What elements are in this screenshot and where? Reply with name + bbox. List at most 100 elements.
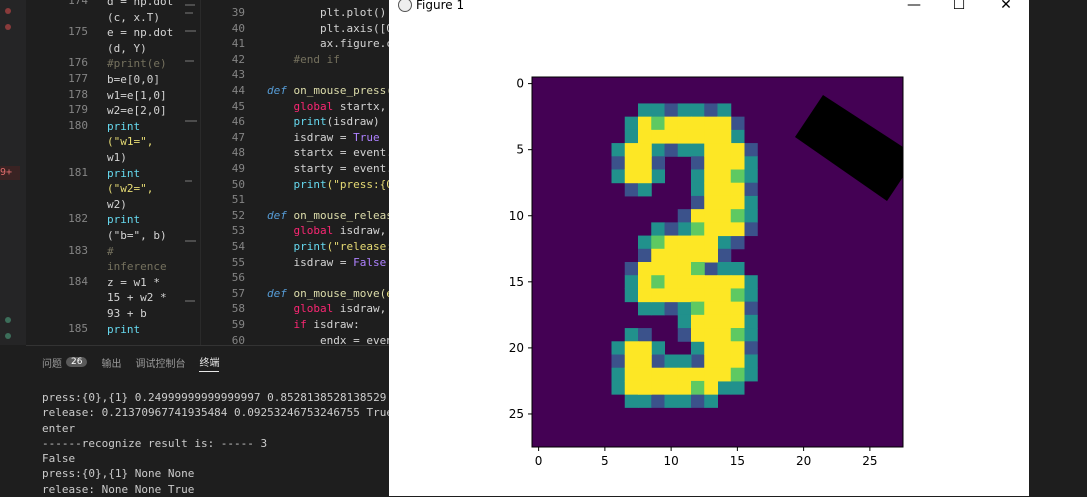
pixel-edge: [717, 380, 732, 395]
panel-tab[interactable]: 调试控制台: [135, 352, 185, 372]
code-token: True: [353, 130, 380, 144]
code-line[interactable]: ("w1=",: [107, 134, 153, 150]
code-line[interactable]: w2): [107, 197, 127, 213]
plot-svg[interactable]: 0 5 10 15 20 25 0 5 10 15 20 25: [389, 0, 1029, 496]
pixel-stroke: [704, 288, 718, 303]
terminal-line: enter: [42, 421, 76, 435]
code-token: global: [267, 99, 340, 113]
pixel-stroke: [730, 354, 745, 369]
pixel-stroke: [730, 209, 745, 223]
code-line[interactable]: def on_mouse_move(e: [267, 287, 391, 300]
code-token: ("w2=",: [107, 182, 154, 196]
code-line[interactable]: (d, Y): [107, 41, 147, 57]
code-line[interactable]: startx = event.: [267, 146, 391, 159]
panel-tab[interactable]: 问题 26: [42, 352, 88, 372]
pixel-stroke: [704, 116, 718, 131]
plot-area: [532, 77, 903, 447]
code-line[interactable]: #end if: [267, 53, 339, 66]
minimap[interactable]: [183, 0, 199, 345]
code-line[interactable]: w1): [107, 150, 127, 166]
pixel-edge: [744, 275, 758, 289]
code-token: plt.axis([0: [267, 21, 391, 35]
pixel-edge: [744, 169, 758, 184]
code-line[interactable]: 15 + w2 *: [107, 290, 167, 306]
terminal-line: release: None None True: [42, 482, 195, 496]
pixel-stroke: [651, 235, 665, 250]
code-line[interactable]: b=e[0,0]: [107, 72, 160, 88]
pixel-edge: [611, 156, 626, 170]
code-line[interactable]: 93 + b: [107, 306, 147, 322]
code-token: b=e[0,0]: [107, 73, 160, 86]
code-editor-right[interactable]: 39 plt.plot() 40 plt.axis([0 41 ax.figure.…: [200, 0, 391, 345]
line-number: 50: [231, 177, 245, 191]
code-token: print: [107, 322, 141, 336]
code-line[interactable]: inference: [107, 259, 167, 275]
x-tick-label: 25: [862, 454, 877, 468]
panel-tab[interactable]: 输出: [101, 352, 121, 372]
terminal-line: release: 0.21370967741935484 0.092532467…: [42, 406, 393, 420]
pixel-stroke: [691, 209, 705, 223]
code-line[interactable]: ("b=", b): [107, 228, 167, 244]
pixel-stroke: [717, 129, 732, 144]
line-number: 39: [231, 6, 245, 19]
pixel-stroke: [664, 116, 679, 131]
code-line[interactable]: w2=e[2,0]: [107, 103, 167, 119]
code-line[interactable]: #: [107, 244, 114, 260]
code-line[interactable]: print: [107, 322, 140, 338]
code-token: w1=e[1,0]: [107, 88, 167, 102]
code-line[interactable]: print(isdraw): [267, 115, 379, 128]
pixel-stroke: [691, 275, 705, 289]
code-line[interactable]: endx = even: [267, 334, 391, 345]
code-line[interactable]: ("w2=",: [107, 181, 153, 197]
line-number: 175: [68, 25, 88, 39]
pixel-stroke: [677, 262, 692, 276]
code-line[interactable]: ax.figure.c: [267, 37, 391, 50]
code-editor-left[interactable]: 174 d = np.dot (c, x.T) 175 e = np.dot (d, Y)…: [26, 0, 183, 345]
pixel-edge: [664, 301, 679, 316]
code-token: def: [267, 286, 294, 300]
code-line[interactable]: global isdraw,: [267, 224, 386, 237]
panel-tab[interactable]: 终端: [199, 352, 220, 372]
code-line[interactable]: e = np.dot: [107, 25, 173, 41]
pixel-stroke: [664, 129, 679, 144]
code-line[interactable]: plt.axis([0: [267, 22, 391, 35]
code-line[interactable]: plt.plot(): [267, 6, 386, 19]
code-line[interactable]: print: [107, 119, 140, 135]
pixel-edge: [744, 314, 758, 329]
pixel-stroke: [691, 367, 705, 382]
code-line[interactable]: global isdraw,: [267, 302, 386, 315]
code-line[interactable]: isdraw = True: [267, 130, 380, 144]
pixel-edge: [651, 169, 665, 184]
code-line[interactable]: global startx,: [267, 100, 386, 113]
line-number: 54: [231, 240, 245, 253]
code-line[interactable]: d = np.dot: [107, 0, 173, 10]
pixel-edge: [691, 103, 705, 118]
activity-gutter: 9+: [0, 0, 26, 345]
code-line[interactable]: isdraw = False: [267, 256, 386, 269]
code-line[interactable]: def on_mouse_press(: [267, 84, 391, 97]
pixel-stroke: [638, 143, 652, 157]
code-line[interactable]: print: [107, 166, 140, 182]
code-line[interactable]: if isdraw:: [267, 318, 359, 331]
line-number: 176: [68, 56, 88, 70]
panel-tab-label: 调试控制台: [135, 358, 186, 370]
pixel-edge: [677, 314, 692, 329]
pixel-stroke: [730, 301, 745, 316]
pixel-stroke: [717, 143, 732, 157]
code-line[interactable]: w1=e[1,0]: [107, 88, 167, 104]
code-token: ax.figure.c: [267, 37, 391, 51]
terminal-output[interactable]: press:{0},{1} 0.24999999999999997 0.8528…: [42, 390, 393, 497]
pixel-edge: [651, 341, 665, 355]
code-line[interactable]: z = w1 *: [107, 275, 160, 291]
code-line[interactable]: print("press:{0: [267, 178, 391, 191]
pixel-stroke: [624, 341, 639, 355]
code-line[interactable]: #print(e): [107, 56, 167, 72]
code-line[interactable]: print: [107, 212, 140, 228]
pixel-edge: [611, 380, 626, 395]
code-line[interactable]: starty = event.: [267, 162, 391, 175]
code-line[interactable]: print("release:: [267, 240, 391, 253]
code-line[interactable]: def on_mouse_releas: [267, 209, 391, 222]
pixel-stroke: [730, 288, 745, 303]
code-line[interactable]: (c, x.T): [107, 10, 160, 26]
pixel-edge: [691, 182, 705, 197]
